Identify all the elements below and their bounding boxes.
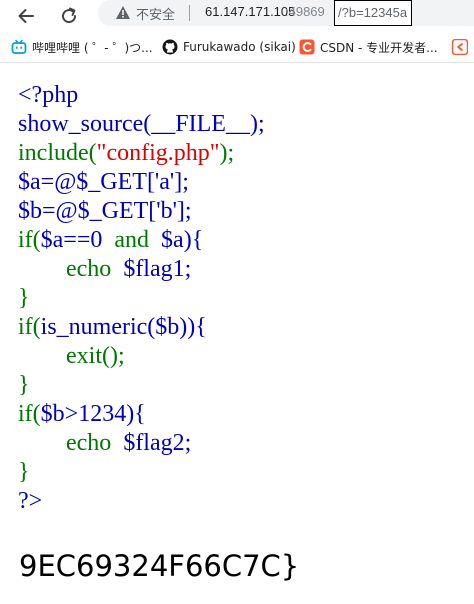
code-token: $a=@$_GET['a']; bbox=[18, 169, 189, 195]
code-line: ?> bbox=[18, 487, 265, 516]
security-status-label[interactable]: 不安全 bbox=[136, 4, 175, 23]
browser-toolbar: 不安全 61.147.171.105 :49869 /?b=12345a bbox=[0, 0, 474, 32]
code-token: } bbox=[18, 285, 30, 311]
csdn-icon bbox=[299, 39, 315, 55]
code-token: $b=@$_GET['b']; bbox=[18, 198, 192, 224]
code-line: <?php bbox=[18, 81, 265, 110]
arrow-left-icon bbox=[18, 9, 34, 23]
page-content: <?php show_source(__FILE__); include("conf… bbox=[0, 63, 474, 604]
code-line: include("config.php"); bbox=[18, 139, 265, 168]
bookmark-label: 哔哩哔哩 ( ゜- ゜)つ... bbox=[32, 40, 153, 55]
url-host[interactable]: 61.147.171.105 bbox=[205, 4, 295, 19]
code-token: } bbox=[18, 372, 30, 398]
code-keyword: and bbox=[114, 227, 150, 253]
code-token: ); bbox=[219, 140, 235, 166]
url-query-highlight[interactable]: /?b=12345a bbox=[334, 0, 413, 26]
code-line: } bbox=[18, 371, 265, 400]
github-icon bbox=[162, 39, 178, 55]
bilibili-icon bbox=[11, 39, 27, 55]
bookmark-partial[interactable] bbox=[452, 38, 468, 56]
code-token: $flag2; bbox=[123, 430, 192, 456]
code-line: exit(); bbox=[18, 342, 265, 371]
code-token: $a==0 bbox=[40, 227, 103, 253]
code-token: is_numeric($b)){ bbox=[40, 314, 207, 340]
code-string: "config.php" bbox=[96, 140, 220, 166]
code-token: show_source(__FILE__); bbox=[18, 111, 265, 137]
address-divider bbox=[189, 5, 190, 21]
code-token: $a){ bbox=[161, 227, 204, 253]
php-source-code: <?php show_source(__FILE__); include("conf… bbox=[18, 81, 265, 516]
code-line: echo $flag2; bbox=[18, 429, 265, 458]
flag-output-text: 9EC69324F66C7C} bbox=[19, 549, 300, 583]
code-keyword: echo bbox=[66, 430, 112, 456]
bookmark-bilibili[interactable]: 哔哩哔哩 ( ゜- ゜)つ... bbox=[11, 38, 153, 56]
bookmark-label: CSDN - 专业开发者... bbox=[320, 40, 438, 55]
bookmarks-bar: 哔哩哔哩 ( ゜- ゜)つ... Furukawado (sikai) CSDN… bbox=[0, 32, 474, 63]
bookmark-github[interactable]: Furukawado (sikai) bbox=[162, 38, 296, 56]
code-token: } bbox=[18, 459, 30, 485]
address-bar[interactable]: 不安全 61.147.171.105 :49869 /?b=12345a bbox=[98, 0, 474, 26]
code-line: show_source(__FILE__); bbox=[18, 110, 265, 139]
code-keyword: if( bbox=[18, 401, 41, 427]
code-line: if(is_numeric($b)){ bbox=[18, 313, 265, 342]
back-button[interactable] bbox=[13, 3, 39, 29]
code-keyword: exit(); bbox=[66, 343, 125, 369]
code-token: $b>1234){ bbox=[40, 401, 146, 427]
bookmark-label: Furukawado (sikai) bbox=[183, 40, 296, 54]
code-line: } bbox=[18, 458, 265, 487]
code-token: ?> bbox=[18, 488, 43, 514]
code-line: if($b>1234){ bbox=[18, 400, 265, 429]
code-line: $b=@$_GET['b']; bbox=[18, 197, 265, 226]
reload-icon bbox=[62, 7, 77, 24]
code-line: } bbox=[18, 284, 265, 313]
bookmark-icon-partial bbox=[452, 39, 468, 55]
code-token: $flag1; bbox=[123, 256, 192, 282]
code-keyword: echo bbox=[66, 256, 112, 282]
warning-icon bbox=[116, 6, 130, 19]
code-token: <?php bbox=[18, 82, 79, 108]
browser-window: 不安全 61.147.171.105 :49869 /?b=12345a 哔哩哔… bbox=[0, 0, 474, 604]
code-line: if($a==0 and $a){ bbox=[18, 226, 265, 255]
code-line: echo $flag1; bbox=[18, 255, 265, 284]
reload-button[interactable] bbox=[56, 3, 82, 29]
bookmark-csdn[interactable]: CSDN - 专业开发者... bbox=[299, 38, 438, 56]
code-line: $a=@$_GET['a']; bbox=[18, 168, 265, 197]
url-port[interactable]: :49869 bbox=[285, 4, 325, 19]
code-keyword: if( bbox=[18, 314, 41, 340]
code-token: include( bbox=[18, 140, 97, 166]
code-keyword: if( bbox=[18, 227, 41, 253]
